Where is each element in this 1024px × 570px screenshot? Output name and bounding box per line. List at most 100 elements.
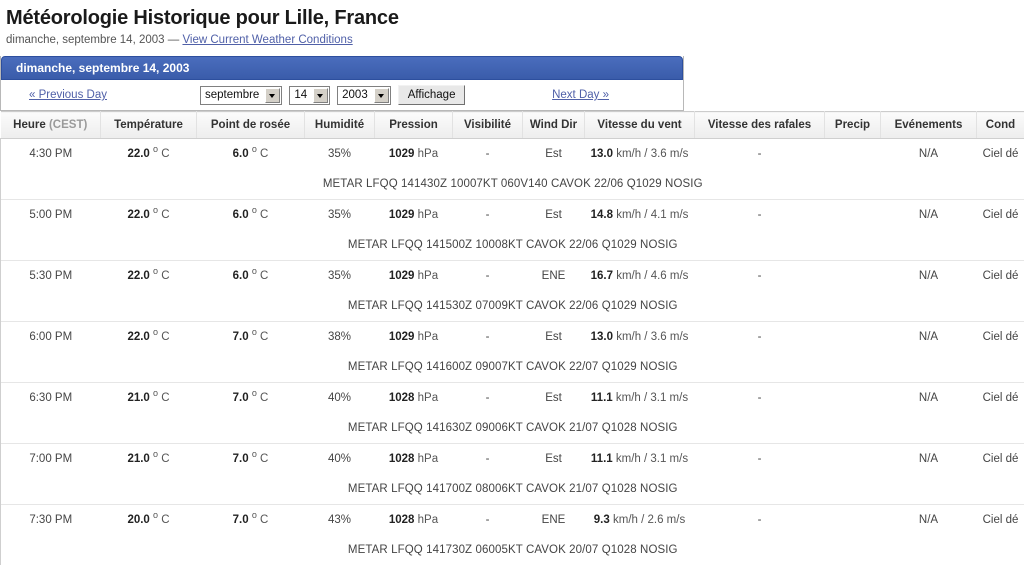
cell-wind-speed: 11.1 km/h / 3.1 m/s (584, 443, 695, 474)
column-header-timezone: (CEST) (45, 119, 88, 131)
metar-row: METAR LFQQ 141700Z 08006KT CAVOK 21/07 Q… (0, 474, 1024, 505)
metar-row: METAR LFQQ 141500Z 10008KT CAVOK 22/06 Q… (0, 230, 1024, 261)
table-row: 7:30 PM 20.0 o C 7.0 o C 43% 1028 hPa - ENE 9.3… (0, 504, 1024, 535)
column-header-7[interactable]: Vitesse du vent (584, 111, 695, 139)
table-row: 6:30 PM 21.0 o C 7.0 o C 40% 1028 hPa - Est 11.… (0, 382, 1024, 413)
cell-precip (824, 504, 881, 535)
month-select[interactable]: septembre (200, 85, 283, 105)
table-body: 4:30 PM 22.0 o C 6.0 o C 35% 1029 hPa - Est 13.… (0, 138, 1024, 565)
cell-visibility: - (452, 443, 523, 474)
view-button[interactable]: Affichage (397, 85, 466, 105)
cell-temperature: 22.0 o C (100, 321, 197, 352)
cell-humidity: 35% (304, 260, 375, 291)
metar-text: METAR LFQQ 141600Z 09007KT CAVOK 22/07 Q… (0, 352, 1024, 383)
column-header-8[interactable]: Vitesse des rafales (694, 111, 825, 139)
cell-precip (825, 139, 881, 170)
cell-pressure: 1028 hPa (374, 382, 453, 413)
previous-day-link[interactable]: « Previous Day (15, 89, 200, 101)
cell-precip (824, 443, 881, 474)
cell-dew-point: 7.0 o C (196, 443, 305, 474)
cell-gust-speed: - (694, 504, 825, 535)
cell-humidity: 38% (304, 321, 375, 352)
cell-wind-speed: 9.3 km/h / 2.6 m/s (584, 504, 695, 535)
cell-time: 5:00 PM (0, 199, 101, 230)
next-day-link[interactable]: Next Day » (552, 89, 669, 101)
chevron-down-icon (313, 87, 329, 103)
column-header-label: Point de rosée (210, 119, 291, 131)
column-header-label: Visibilité (463, 119, 512, 131)
chevron-down-icon (373, 87, 389, 103)
table-row: 7:00 PM 21.0 o C 7.0 o C 40% 1028 hPa - Est 11.… (0, 443, 1024, 474)
cell-wind-speed: 11.1 km/h / 3.1 m/s (584, 382, 695, 413)
cell-pressure: 1029 hPa (374, 321, 453, 352)
year-select[interactable]: 2003 (337, 85, 391, 105)
column-header-0[interactable]: Heure (CEST) (0, 111, 101, 139)
cell-gust-speed: - (694, 443, 825, 474)
cell-pressure: 1028 hPa (374, 443, 453, 474)
column-header-11[interactable]: Cond (976, 111, 1024, 139)
cell-precip (824, 382, 881, 413)
column-header-9[interactable]: Precip (824, 111, 881, 139)
cell-gust-speed: - (694, 321, 825, 352)
cell-humidity: 43% (304, 504, 375, 535)
cell-wind-dir: Est (522, 382, 585, 413)
column-header-label: Cond (985, 119, 1016, 131)
cell-precip (824, 260, 881, 291)
cell-visibility: - (452, 260, 523, 291)
column-header-2[interactable]: Point de rosée (196, 111, 305, 139)
column-header-4[interactable]: Pression (374, 111, 453, 139)
column-header-label: Heure (13, 119, 46, 131)
subtitle-date: dimanche, septembre 14, 2003 (6, 34, 165, 46)
cell-precip (824, 321, 881, 352)
cell-conditions: Ciel dé (976, 382, 1024, 413)
day-title-bar: dimanche, septembre 14, 2003 (1, 56, 683, 80)
metar-text: METAR LFQQ 141530Z 07009KT CAVOK 22/06 Q… (0, 291, 1024, 322)
cell-pressure: 1028 hPa (374, 504, 453, 535)
cell-dew-point: 7.0 o C (196, 321, 305, 352)
cell-humidity: 40% (304, 443, 375, 474)
cell-temperature: 22.0 o C (127, 144, 170, 160)
cell-precip (824, 199, 881, 230)
metar-text: METAR LFQQ 141700Z 08006KT CAVOK 21/07 Q… (0, 474, 1024, 505)
cell-events: N/A (880, 443, 977, 474)
cell-temperature: 20.0 o C (100, 504, 197, 535)
cell-wind-speed: 13.0 km/h / 3.6 m/s (590, 148, 689, 160)
column-header-10[interactable]: Evénements (880, 111, 977, 139)
metar-row: METAR LFQQ 141730Z 06005KT CAVOK 20/07 Q… (0, 535, 1024, 565)
cell-events: N/A (880, 199, 977, 230)
column-header-label: Humidité (314, 119, 365, 131)
cell-visibility: - (452, 504, 523, 535)
column-header-3[interactable]: Humidité (304, 111, 375, 139)
day-nav-row: « Previous Day septembre 14 2003 Afficha… (1, 80, 683, 110)
cell-dew-point: 6.0 o C (196, 260, 305, 291)
table-row: 4:30 PM 22.0 o C 6.0 o C 35% 1029 hPa - Est 13.… (0, 138, 1024, 170)
cell-dew-point: 7.0 o C (196, 382, 305, 413)
cell-wind-dir: Est (545, 148, 562, 160)
column-header-1[interactable]: Température (100, 111, 197, 139)
cell-humidity: 35% (304, 199, 375, 230)
cell-wind-dir: Est (522, 321, 585, 352)
cell-conditions: Ciel dé (976, 321, 1024, 352)
cell-temperature: 22.0 o C (100, 199, 197, 230)
cell-gust-speed: - (694, 382, 825, 413)
cell-events: N/A (880, 504, 977, 535)
day-select[interactable]: 14 (289, 85, 331, 105)
cell-wind-speed: 16.7 km/h / 4.6 m/s (584, 260, 695, 291)
cell-conditions: Ciel dé (976, 443, 1024, 474)
current-conditions-link[interactable]: View Current Weather Conditions (182, 34, 352, 46)
column-header-label: Vitesse du vent (597, 119, 682, 131)
metar-row: METAR LFQQ 141530Z 07009KT CAVOK 22/06 Q… (0, 291, 1024, 322)
metar-text: METAR LFQQ 141500Z 10008KT CAVOK 22/06 Q… (0, 230, 1024, 261)
cell-pressure: 1029 hPa (374, 260, 453, 291)
cell-dew-point: 6.0 o C (232, 144, 269, 160)
cell-dew-point: 6.0 o C (196, 199, 305, 230)
column-header-label: Wind Dir (529, 119, 578, 131)
column-header-label: Température (114, 119, 183, 131)
column-header-label: Precip (834, 119, 871, 131)
column-header-6[interactable]: Wind Dir (522, 111, 585, 139)
subtitle-line: dimanche, septembre 14, 2003 — View Curr… (6, 33, 1024, 47)
cell-time: 6:30 PM (0, 382, 101, 413)
column-header-5[interactable]: Visibilité (452, 111, 523, 139)
metar-row: METAR LFQQ 141430Z 10007KT 060V140 CAVOK… (0, 169, 1024, 200)
cell-gust-speed: - (694, 260, 825, 291)
